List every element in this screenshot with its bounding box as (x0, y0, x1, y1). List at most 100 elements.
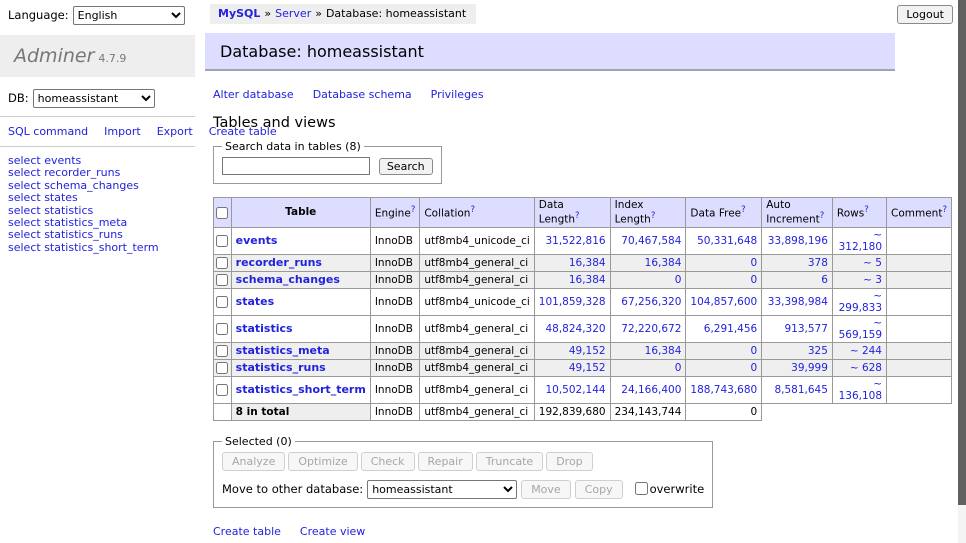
row-checkbox[interactable] (216, 345, 228, 357)
link-database-schema[interactable]: Database schema (313, 88, 412, 101)
sidebar-action-import[interactable]: Import (104, 125, 141, 138)
table-link-statistics_short_term[interactable]: statistics_short_term (44, 241, 158, 254)
help-icon[interactable]: ? (942, 205, 947, 215)
select-link-statistics_meta[interactable]: select (8, 216, 41, 229)
sidebar-action-export[interactable]: Export (157, 125, 193, 138)
link-create-view[interactable]: Create view (300, 525, 365, 538)
data-length-link[interactable]: 101,859,328 (539, 296, 606, 308)
table-link-recorder_runs[interactable]: recorder_runs (44, 166, 120, 179)
link-alter-database[interactable]: Alter database (213, 88, 294, 101)
row-checkbox[interactable] (216, 323, 228, 335)
select-link-statistics[interactable]: select (8, 204, 41, 217)
repair-button[interactable]: Repair (418, 452, 473, 471)
data-free-link[interactable]: 104,857,600 (690, 296, 757, 308)
index-length-link[interactable]: 0 (675, 274, 682, 286)
data-length-link[interactable]: 49,152 (569, 362, 606, 374)
help-icon[interactable]: ? (411, 205, 416, 215)
table-name-link[interactable]: events (236, 234, 278, 247)
index-length-link[interactable]: 24,166,400 (621, 384, 681, 396)
data-free-link[interactable]: 0 (751, 362, 758, 374)
overwrite-checkbox[interactable] (635, 482, 648, 495)
select-all-checkbox[interactable] (216, 207, 228, 219)
data-length-link[interactable]: 49,152 (569, 345, 606, 357)
auto-increment-link[interactable]: 39,999 (791, 362, 828, 374)
breadcrumb-server-link[interactable]: Server (275, 7, 311, 20)
help-icon[interactable]: ? (575, 211, 580, 221)
data-free-link[interactable]: 0 (751, 274, 758, 286)
table-link-states[interactable]: states (44, 191, 78, 204)
rows-link[interactable]: ~ 569,159 (839, 317, 882, 341)
data-free-link[interactable]: 0 (751, 257, 758, 269)
rows-link[interactable]: ~ 3 (863, 274, 882, 286)
row-checkbox[interactable] (216, 274, 228, 286)
table-name-link[interactable]: statistics_runs (236, 361, 326, 374)
select-link-statistics_runs[interactable]: select (8, 228, 41, 241)
auto-increment-link[interactable]: 33,398,984 (768, 296, 828, 308)
move-database-select[interactable]: homeassistant (367, 480, 517, 499)
help-icon[interactable]: ? (741, 205, 746, 215)
drop-button[interactable]: Drop (546, 452, 592, 471)
link-create-table[interactable]: Create table (213, 525, 281, 538)
rows-link[interactable]: ~ 5 (863, 257, 882, 269)
select-link-statistics_short_term[interactable]: select (8, 241, 41, 254)
index-length-link[interactable]: 72,220,672 (621, 323, 681, 335)
auto-increment-link[interactable]: 6 (821, 274, 828, 286)
select-link-states[interactable]: select (8, 191, 41, 204)
truncate-button[interactable]: Truncate (476, 452, 543, 471)
index-length-link[interactable]: 70,467,584 (621, 235, 681, 247)
table-link-statistics_runs[interactable]: statistics_runs (44, 228, 123, 241)
table-link-schema_changes[interactable]: schema_changes (44, 179, 139, 192)
row-checkbox[interactable] (216, 235, 228, 247)
auto-increment-link[interactable]: 325 (808, 345, 828, 357)
help-icon[interactable]: ? (651, 211, 656, 221)
row-checkbox[interactable] (216, 257, 228, 269)
data-length-link[interactable]: 10,502,144 (545, 384, 605, 396)
index-length-link[interactable]: 16,384 (645, 257, 682, 269)
table-name-link[interactable]: statistics_meta (236, 344, 330, 357)
search-input[interactable] (222, 157, 370, 175)
table-link-statistics_meta[interactable]: statistics_meta (44, 216, 127, 229)
data-length-link[interactable]: 16,384 (569, 257, 606, 269)
select-link-recorder_runs[interactable]: select (8, 166, 41, 179)
rows-link[interactable]: ~ 244 (850, 345, 882, 357)
link-privileges[interactable]: Privileges (431, 88, 484, 101)
index-length-link[interactable]: 16,384 (645, 345, 682, 357)
sidebar-action-sql-command[interactable]: SQL command (8, 125, 88, 138)
scrollbar-thumb[interactable] (958, 0, 966, 505)
table-link-events[interactable]: events (44, 154, 81, 167)
data-free-link[interactable]: 0 (751, 345, 758, 357)
data-length-link[interactable]: 16,384 (569, 274, 606, 286)
table-name-link[interactable]: statistics (236, 322, 293, 335)
language-select[interactable]: English (73, 6, 185, 25)
help-icon[interactable]: ? (820, 211, 825, 221)
rows-link[interactable]: ~ 312,180 (839, 229, 882, 253)
move-button[interactable]: Move (521, 480, 571, 499)
auto-increment-link[interactable]: 913,577 (784, 323, 827, 335)
table-name-link[interactable]: states (236, 295, 275, 308)
help-icon[interactable]: ? (470, 205, 475, 215)
copy-button[interactable]: Copy (575, 480, 623, 499)
table-name-link[interactable]: schema_changes (236, 273, 340, 286)
rows-link[interactable]: ~ 136,108 (839, 378, 882, 402)
data-free-link[interactable]: 188,743,680 (690, 384, 757, 396)
data-free-link[interactable]: 6,291,456 (704, 323, 757, 335)
scrollbar-track[interactable] (958, 0, 966, 543)
rows-link[interactable]: ~ 299,833 (839, 290, 882, 314)
select-link-schema_changes[interactable]: select (8, 179, 41, 192)
optimize-button[interactable]: Optimize (288, 452, 357, 471)
table-link-statistics[interactable]: statistics (44, 204, 93, 217)
breadcrumb-mysql-link[interactable]: MySQL (218, 7, 260, 20)
auto-increment-link[interactable]: 33,898,196 (768, 235, 828, 247)
data-length-link[interactable]: 48,824,320 (545, 323, 605, 335)
auto-increment-link[interactable]: 378 (808, 257, 828, 269)
row-checkbox[interactable] (216, 296, 228, 308)
index-length-link[interactable]: 67,256,320 (621, 296, 681, 308)
data-free-link[interactable]: 50,331,648 (697, 235, 757, 247)
help-icon[interactable]: ? (864, 205, 869, 215)
row-checkbox[interactable] (216, 362, 228, 374)
select-link-events[interactable]: select (8, 154, 41, 167)
data-length-link[interactable]: 31,522,816 (545, 235, 605, 247)
check-button[interactable]: Check (361, 452, 415, 471)
table-name-link[interactable]: statistics_short_term (236, 383, 366, 396)
row-checkbox[interactable] (216, 384, 228, 396)
